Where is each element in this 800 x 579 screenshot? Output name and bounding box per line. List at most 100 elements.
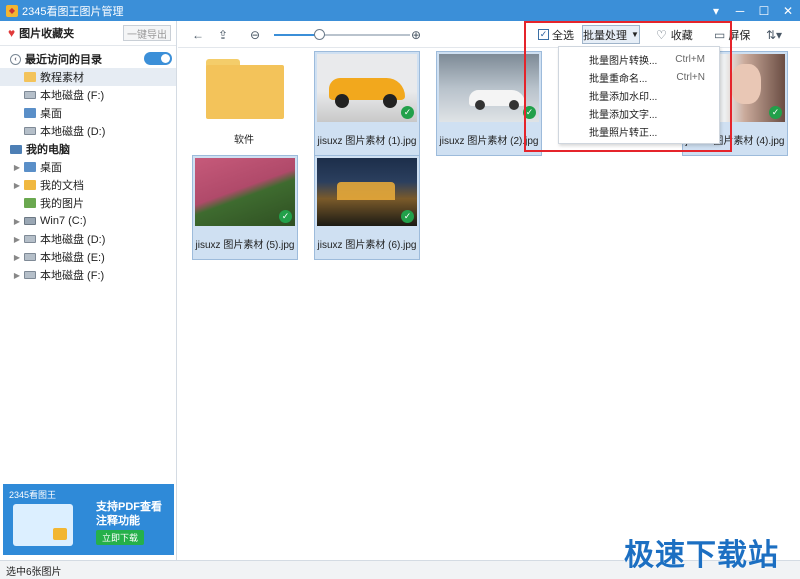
- sidebar-item-recent[interactable]: 本地磁盘 (D:): [0, 122, 176, 140]
- menu-item-label: 批量图片转换...: [589, 55, 658, 67]
- minimize-icon[interactable]: ─: [728, 0, 752, 21]
- my-computer-header[interactable]: 我的电脑: [0, 140, 176, 158]
- promo-banner[interactable]: 2345看图王 支持PDF查看 注释功能 立即下载: [3, 484, 174, 555]
- export-button[interactable]: 一键导出: [123, 25, 171, 41]
- computer-icon: [10, 144, 22, 154]
- check-icon: ✓: [523, 106, 536, 119]
- back-arrow-icon[interactable]: ←: [192, 27, 204, 42]
- favorite-label: 收藏: [670, 29, 693, 42]
- sidebar-item-pc[interactable]: 我的图片: [0, 194, 176, 212]
- image-item[interactable]: ✓ jisuxz 图片素材 (2).jpg: [436, 51, 542, 156]
- sidebar-item-label: 桌面: [40, 108, 62, 120]
- zoom-slider-knob[interactable]: [314, 29, 325, 40]
- sidebar-item-pc[interactable]: ▶ 我的文档: [0, 176, 176, 194]
- sidebar-item-pc[interactable]: ▶ 本地磁盘 (D:): [0, 230, 176, 248]
- expand-arrow-icon[interactable]: ▶: [12, 217, 22, 226]
- download-now-button[interactable]: 立即下载: [96, 530, 144, 545]
- sidebar: ♥ 图片收藏夹 一键导出 ‹ 最近访问的目录 教程素材 本地磁盘 (F:) 桌面…: [0, 21, 177, 560]
- sidebar-item-recent[interactable]: 桌面: [0, 104, 176, 122]
- heart-outline-icon: ♡: [656, 27, 667, 42]
- toolbar: ← ⇪ ⊖ ⊕ ✓ 全选 批量处理 ▼ ♡ 收藏 ▭ 屏保 ⇅▾: [178, 21, 800, 48]
- heart-icon: ♥: [8, 26, 16, 40]
- image-item[interactable]: ✓ jisuxz 图片素材 (1).jpg: [314, 51, 420, 156]
- favorites-title: 图片收藏夹: [19, 28, 75, 40]
- folder-item[interactable]: 软件: [192, 51, 298, 156]
- documents-icon: [24, 180, 36, 190]
- sidebar-item-label: 教程素材: [40, 72, 84, 84]
- sidebar-item-pc[interactable]: ▶ 桌面: [0, 158, 176, 176]
- menu-item-batch-rename[interactable]: 批量重命名... Ctrl+N: [559, 68, 719, 86]
- batch-process-menu: 批量图片转换... Ctrl+M 批量重命名... Ctrl+N 批量添加水印.…: [558, 46, 720, 144]
- zoom-in-icon[interactable]: ⊕: [411, 27, 421, 42]
- check-icon: ✓: [769, 106, 782, 119]
- menu-item-shortcut: Ctrl+M: [675, 53, 705, 65]
- document-illustration-icon: [13, 504, 73, 546]
- menu-item-batch-watermark[interactable]: 批量添加水印...: [559, 86, 719, 104]
- promo-brand: 2345看图王: [9, 490, 57, 500]
- desktop-icon: [24, 108, 36, 118]
- sidebar-item-recent[interactable]: 本地磁盘 (F:): [0, 86, 176, 104]
- checkbox-checked-icon: ✓: [538, 29, 549, 40]
- sort-icon[interactable]: ⇅▾: [766, 27, 782, 42]
- batch-process-label: 批量处理: [583, 29, 628, 42]
- expand-arrow-icon[interactable]: ▶: [12, 163, 22, 172]
- file-name: jisuxz 图片素材 (2).jpg: [439, 136, 539, 147]
- drive-icon: [24, 217, 36, 225]
- image-item[interactable]: ✓ jisuxz 图片素材 (5).jpg: [192, 155, 298, 260]
- menu-item-batch-text[interactable]: 批量添加文字...: [559, 104, 719, 122]
- sidebar-item-pc[interactable]: ▶ 本地磁盘 (F:): [0, 266, 176, 284]
- check-icon: ✓: [401, 106, 414, 119]
- sidebar-item-label: 本地磁盘 (F:): [40, 270, 105, 282]
- expand-arrow-icon[interactable]: ▶: [12, 235, 22, 244]
- sidebar-item-label: 我的文档: [40, 180, 84, 192]
- sidebar-item-pc[interactable]: ▶ Win7 (C:): [0, 212, 176, 230]
- menu-item-batch-rotate[interactable]: 批量照片转正...: [559, 122, 719, 140]
- zoom-slider[interactable]: [274, 29, 410, 40]
- window-title: 2345看图王图片管理: [22, 5, 124, 18]
- sidebar-item-label: 本地磁盘 (E:): [40, 252, 105, 264]
- menu-item-label: 批量添加文字...: [589, 109, 658, 121]
- maximize-icon[interactable]: ☐: [752, 0, 776, 21]
- sidebar-item-recent[interactable]: 教程素材: [0, 68, 176, 86]
- expand-arrow-icon[interactable]: ▶: [12, 271, 22, 280]
- dropdown-icon[interactable]: ▾: [704, 0, 728, 21]
- drive-icon: [24, 253, 36, 261]
- favorite-button[interactable]: ♡ 收藏: [656, 27, 693, 42]
- status-text: 选中6张图片: [6, 566, 62, 578]
- sidebar-item-label: 本地磁盘 (F:): [40, 90, 105, 102]
- folder-icon: [24, 72, 36, 82]
- chevron-down-icon: ▼: [631, 30, 639, 39]
- file-name: jisuxz 图片素材 (1).jpg: [317, 136, 417, 147]
- recent-dirs-header[interactable]: ‹ 最近访问的目录: [0, 50, 176, 68]
- menu-item-label: 批量重命名...: [589, 73, 648, 85]
- sidebar-item-pc[interactable]: ▶ 本地磁盘 (E:): [0, 248, 176, 266]
- menu-item-batch-convert[interactable]: 批量图片转换... Ctrl+M: [559, 50, 719, 68]
- recent-toggle[interactable]: [144, 52, 172, 65]
- image-item[interactable]: ✓ jisuxz 图片素材 (6).jpg: [314, 155, 420, 260]
- drive-icon: [24, 127, 36, 135]
- batch-process-button[interactable]: 批量处理 ▼: [582, 25, 640, 44]
- up-folder-icon[interactable]: ⇪: [218, 27, 228, 42]
- sidebar-item-label: 我的图片: [40, 198, 84, 210]
- close-icon[interactable]: ✕: [776, 0, 800, 21]
- my-computer-title: 我的电脑: [26, 144, 70, 156]
- window-controls: ▾ ─ ☐ ✕: [704, 0, 800, 21]
- expand-arrow-icon[interactable]: ▶: [12, 181, 22, 190]
- recent-dirs-title: 最近访问的目录: [25, 54, 102, 66]
- select-all-label: 全选: [552, 29, 574, 42]
- promo-line-2: 注释功能: [96, 515, 140, 527]
- expand-arrow-icon[interactable]: ▶: [12, 253, 22, 262]
- pictures-icon: [24, 198, 36, 208]
- check-icon: ✓: [401, 210, 414, 223]
- drive-icon: [24, 91, 36, 99]
- watermark: 极速下载站: [624, 539, 779, 572]
- zoom-out-icon[interactable]: ⊖: [250, 27, 260, 42]
- check-icon: ✓: [279, 210, 292, 223]
- drive-icon: [24, 235, 36, 243]
- select-all-checkbox[interactable]: ✓ 全选: [538, 27, 574, 42]
- sidebar-item-label: 本地磁盘 (D:): [40, 234, 106, 246]
- screensaver-button[interactable]: ▭ 屏保: [714, 27, 750, 42]
- favorites-header: ♥ 图片收藏夹 一键导出: [0, 21, 176, 46]
- menu-item-shortcut: Ctrl+N: [676, 71, 705, 83]
- file-name: jisuxz 图片素材 (6).jpg: [317, 240, 417, 251]
